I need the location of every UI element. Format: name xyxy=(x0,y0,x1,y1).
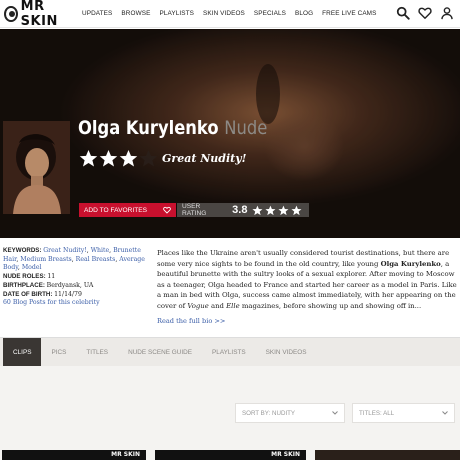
add-to-favorites-label: ADD TO FAVORITES xyxy=(84,206,148,214)
rating-star-empty-icon xyxy=(139,149,158,167)
header-icons xyxy=(396,6,454,20)
chevron-down-icon xyxy=(332,411,338,415)
tab-titles[interactable]: TITLES xyxy=(76,338,118,367)
nude-roles-value: 11 xyxy=(47,273,56,281)
chevron-down-icon xyxy=(442,411,448,415)
user-rating-star-icon[interactable] xyxy=(278,205,289,216)
celebrity-hero: Olga Kurylenko Nude Great Nudity! ADD TO… xyxy=(0,29,460,238)
celebrity-bio: Places like the Ukraine aren't usually c… xyxy=(157,248,457,312)
search-icon[interactable] xyxy=(396,6,410,20)
nav-item-updates[interactable]: UPDATES xyxy=(82,10,112,17)
user-rating-star-icon[interactable] xyxy=(252,205,263,216)
keyword-link[interactable]: White xyxy=(91,247,109,254)
rating-star-icon xyxy=(79,149,98,167)
nav-item-specials[interactable]: SPECIALS xyxy=(254,10,286,17)
user-rating-value: 3.8 xyxy=(232,204,248,216)
birthplace-row: BIRTHPLACE: Berdyansk, UA xyxy=(3,282,145,291)
mr-skin-rating: Great Nudity! xyxy=(79,149,246,168)
tab-clips[interactable]: CLIPS xyxy=(3,337,42,371)
top-navigation-bar: MR SKIN UPDATES BROWSE PLAYLISTS SKIN VI… xyxy=(0,0,460,29)
mr-skin-logo[interactable]: MR SKIN xyxy=(4,0,74,29)
heart-outline-icon xyxy=(163,206,171,214)
tab-nude-scene-guide[interactable]: NUDE SCENE GUIDE xyxy=(118,338,202,367)
celebrity-facts: KEYWORDS: Great Nudity!, White, Brunette… xyxy=(3,247,145,308)
user-rating-box: USER RATING 3.8 xyxy=(177,203,309,217)
clip-watermark: MR SKIN xyxy=(271,451,300,458)
keyword-link[interactable]: Great Nudity! xyxy=(43,247,87,254)
celebrity-name-text: Olga Kurylenko xyxy=(78,117,219,139)
read-full-bio-link[interactable]: Read the full bio >> xyxy=(157,317,225,325)
portrait-image xyxy=(3,121,70,214)
bio-text: magazines, before showing up and showing… xyxy=(239,301,422,310)
sort-by-value: SORT BY: NUDITY xyxy=(242,409,296,417)
keyword-link[interactable]: Medium Breasts xyxy=(20,256,71,263)
bio-magazine: Elle xyxy=(226,301,240,310)
bio-name: Olga Kurylenko xyxy=(380,259,441,268)
keyword-link[interactable]: Real Breasts xyxy=(76,256,116,263)
bio-magazine: Vogue xyxy=(187,301,209,310)
logo-mark-icon xyxy=(4,5,18,22)
clip-thumbnail[interactable]: MR SKIN xyxy=(155,450,306,460)
rating-star-icon xyxy=(99,149,118,167)
dob-value: 11/14/79 xyxy=(54,290,82,298)
clip-watermark: MR SKIN xyxy=(111,451,140,458)
clip-thumbnail[interactable]: MR SKIN xyxy=(2,450,146,460)
nav-item-browse[interactable]: BROWSE xyxy=(121,10,150,17)
tab-skin-videos[interactable]: SKIN VIDEOS xyxy=(256,338,317,367)
user-icon[interactable] xyxy=(440,6,454,20)
add-to-favorites-button[interactable]: ADD TO FAVORITES xyxy=(79,203,176,217)
celebrity-photo[interactable] xyxy=(3,121,70,214)
nav-item-skin-videos[interactable]: SKIN VIDEOS xyxy=(203,10,245,17)
nav-item-blog[interactable]: BLOG xyxy=(295,10,313,17)
rating-star-icon xyxy=(119,149,138,167)
content-tabs: CLIPS PICS TITLES NUDE SCENE GUIDE PLAYL… xyxy=(0,337,460,371)
user-rating-label: USER RATING xyxy=(182,203,207,217)
dob-label: DATE OF BIRTH: xyxy=(3,290,53,298)
titles-value: TITLES: ALL xyxy=(359,409,395,417)
bio-text: and xyxy=(208,301,227,310)
nav-item-playlists[interactable]: PLAYLISTS xyxy=(159,10,194,17)
logo-text: MR SKIN xyxy=(20,0,58,29)
blog-posts-link[interactable]: 60 Blog Posts for this celebrity xyxy=(3,299,145,308)
tab-pics[interactable]: PICS xyxy=(41,338,76,367)
nude-roles-row: NUDE ROLES: 11 xyxy=(3,273,145,282)
celebrity-name: Olga Kurylenko Nude xyxy=(78,117,267,139)
nav-item-free-live-cams[interactable]: FREE LIVE CAMS xyxy=(322,10,376,17)
dob-row: DATE OF BIRTH: 11/14/79 xyxy=(3,291,145,300)
clip-thumbnail[interactable] xyxy=(315,450,460,460)
birthplace-label: BIRTHPLACE: xyxy=(3,281,45,289)
user-rating-star-icon[interactable] xyxy=(265,205,276,216)
keyword-link[interactable]: Model xyxy=(22,264,42,271)
tab-playlists[interactable]: PLAYLISTS xyxy=(202,338,256,367)
rating-description: Great Nudity! xyxy=(162,152,247,165)
keywords-label: KEYWORDS: xyxy=(3,247,42,254)
titles-select[interactable]: TITLES: ALL xyxy=(352,403,455,423)
nude-roles-label: NUDE ROLES: xyxy=(3,273,46,281)
heart-icon[interactable] xyxy=(418,6,432,20)
main-nav: UPDATES BROWSE PLAYLISTS SKIN VIDEOS SPE… xyxy=(82,10,385,17)
sort-by-select[interactable]: SORT BY: NUDITY xyxy=(235,403,345,423)
clips-panel: SORT BY: NUDITY TITLES: ALL xyxy=(0,366,460,460)
birthplace-value: Berdyansk, UA xyxy=(46,281,94,289)
keywords-row: KEYWORDS: Great Nudity!, White, Brunette… xyxy=(3,247,145,272)
nude-suffix: Nude xyxy=(224,117,268,139)
user-rating-star-icon[interactable] xyxy=(291,205,302,216)
